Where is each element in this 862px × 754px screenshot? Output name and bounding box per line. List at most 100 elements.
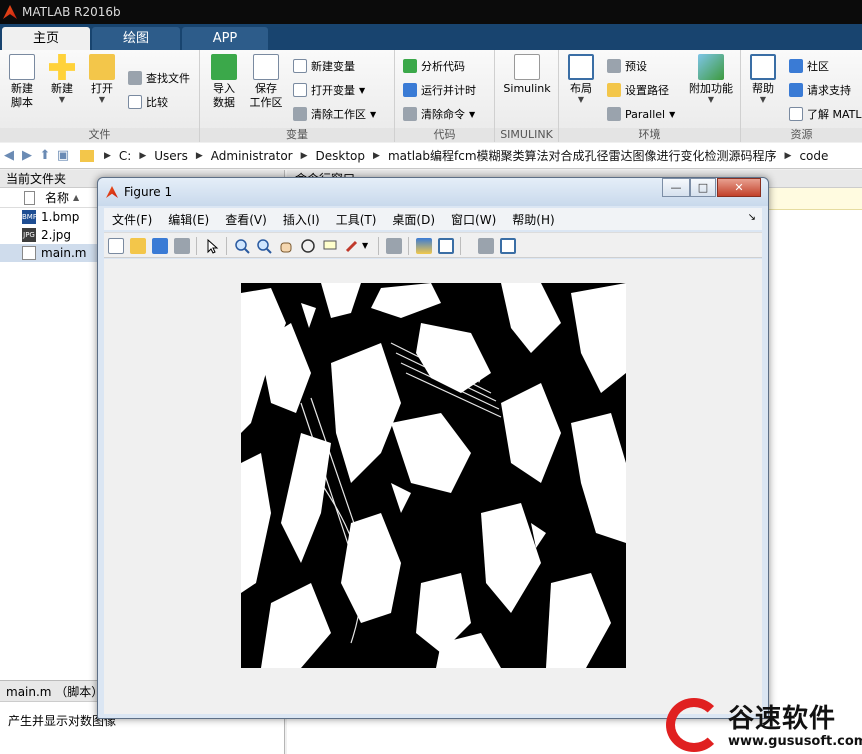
- dropdown-arrow-icon: ▼: [58, 95, 66, 104]
- breadcrumb-item[interactable]: Administrator: [211, 149, 293, 163]
- menu-file[interactable]: 文件(F): [112, 211, 152, 228]
- matlab-logo-icon: [106, 186, 118, 198]
- save-figure-icon[interactable]: [152, 238, 168, 254]
- run-and-time-button[interactable]: 运行并计时: [403, 80, 476, 100]
- open-variable-button[interactable]: 打开变量 ▼: [293, 80, 365, 100]
- layout-button[interactable]: 布局 ▼: [563, 54, 599, 104]
- dropdown-arrow-icon: ▼: [577, 95, 585, 104]
- simulink-icon: [514, 54, 540, 80]
- hide-plot-tools-icon[interactable]: [478, 238, 494, 254]
- learn-matlab-button[interactable]: 了解 MATL: [789, 104, 862, 124]
- menu-tools[interactable]: 工具(T): [336, 211, 377, 228]
- dropdown-arrow-icon: ▼: [98, 95, 106, 104]
- minimize-button[interactable]: —: [662, 178, 690, 197]
- maximize-button[interactable]: □: [690, 178, 716, 197]
- breadcrumb-item[interactable]: matlab编程fcm模糊聚类算法对合成孔径雷达图像进行变化检测源码程序: [388, 147, 777, 164]
- breadcrumb-separator-icon: ▶: [373, 150, 380, 161]
- menu-desktop[interactable]: 桌面(D): [392, 211, 435, 228]
- brush-icon[interactable]: [344, 238, 360, 254]
- dock-arrow-icon[interactable]: ↘: [748, 212, 756, 223]
- analyze-code-button[interactable]: 分析代码: [403, 56, 465, 76]
- breadcrumb-item[interactable]: Desktop: [316, 149, 366, 163]
- figure-canvas[interactable]: [104, 259, 762, 714]
- matlab-logo-icon: [3, 5, 17, 19]
- simulink-button[interactable]: Simulink: [499, 54, 555, 96]
- figure-toolbar: ▼: [104, 232, 762, 258]
- ribbon-group-resources: 帮助 ▼ 社区 请求支持 了解 MATL 资源: [741, 50, 862, 142]
- figure-window: Figure 1 — □ ✕ 文件(F) 编辑(E) 查看(V) 插入(I) 工…: [97, 177, 769, 719]
- back-arrow-icon[interactable]: ◀: [0, 148, 18, 163]
- request-support-button[interactable]: 请求支持: [789, 80, 851, 100]
- forward-arrow-icon[interactable]: ▶: [18, 148, 36, 163]
- tab-apps[interactable]: APP: [182, 27, 268, 50]
- menu-help[interactable]: 帮助(H): [512, 211, 554, 228]
- toolbar-separator: [460, 237, 461, 255]
- address-bar: ◀ ▶ ⬆ ▣ ▶ C: ▶ Users ▶ Administrator ▶ D…: [0, 143, 862, 169]
- up-folder-icon[interactable]: ⬆: [36, 148, 54, 163]
- open-file-icon[interactable]: [130, 238, 146, 254]
- zoom-in-icon[interactable]: [234, 238, 250, 254]
- breadcrumb-item[interactable]: Users: [154, 149, 188, 163]
- tab-plots[interactable]: 绘图: [92, 27, 180, 50]
- community-icon: [789, 59, 803, 73]
- breadcrumb-separator-icon: ▶: [104, 150, 111, 161]
- browse-folder-icon[interactable]: ▣: [54, 148, 72, 163]
- parallel-button[interactable]: Parallel ▼: [607, 104, 675, 124]
- folder-icon: [80, 149, 94, 162]
- clear-commands-icon: [403, 107, 417, 121]
- preferences-button[interactable]: 预设: [607, 56, 647, 76]
- group-label-environment: 环境: [559, 128, 740, 142]
- zoom-out-icon[interactable]: [256, 238, 272, 254]
- import-data-button[interactable]: 导入 数据: [206, 54, 242, 110]
- compare-button[interactable]: 比较: [128, 92, 168, 112]
- support-icon: [789, 83, 803, 97]
- ribbon-group-simulink: Simulink SIMULINK: [495, 50, 559, 142]
- new-figure-icon[interactable]: [108, 238, 124, 254]
- new-script-button[interactable]: 新建 脚本: [6, 54, 38, 110]
- import-arrow-icon: [211, 54, 237, 80]
- watermark-title: 谷速软件: [728, 704, 837, 734]
- new-variable-button[interactable]: 新建变量: [293, 56, 355, 76]
- learn-matlab-icon: [789, 107, 803, 121]
- print-figure-icon[interactable]: [174, 238, 190, 254]
- watermark-g-icon: [666, 698, 722, 752]
- clear-workspace-button[interactable]: 清除工作区 ▼: [293, 104, 376, 124]
- legend-icon[interactable]: [438, 238, 454, 254]
- set-path-button[interactable]: 设置路径: [607, 80, 669, 100]
- clear-commands-button[interactable]: 清除命令 ▼: [403, 104, 475, 124]
- rotate-3d-icon[interactable]: [300, 238, 316, 254]
- pan-hand-icon[interactable]: [278, 238, 294, 254]
- link-plot-icon[interactable]: [386, 238, 402, 254]
- addons-button[interactable]: 附加功能 ▼: [685, 54, 737, 104]
- brush-dropdown-icon[interactable]: ▼: [362, 238, 372, 254]
- breadcrumb-item[interactable]: code: [799, 149, 828, 163]
- group-label-resources: 资源: [741, 128, 862, 142]
- group-label-code: 代码: [395, 128, 494, 142]
- figure-title-bar[interactable]: Figure 1 — □ ✕: [98, 178, 768, 206]
- help-button[interactable]: 帮助 ▼: [747, 54, 779, 104]
- compare-icon: [128, 95, 142, 109]
- file-type-icon: [24, 190, 35, 205]
- ribbon-group-environment: 布局 ▼ 预设 设置路径 Parallel ▼ 附加功能 ▼ 环境: [559, 50, 741, 142]
- menu-insert[interactable]: 插入(I): [283, 211, 320, 228]
- menu-window[interactable]: 窗口(W): [451, 211, 496, 228]
- binary-sar-image: [241, 283, 626, 668]
- edit-plot-pointer-icon[interactable]: [204, 238, 220, 254]
- colorbar-icon[interactable]: [416, 238, 432, 254]
- menu-edit[interactable]: 编辑(E): [168, 211, 209, 228]
- bmp-file-icon: BMP: [22, 210, 37, 224]
- dropdown-arrow-icon: ▼: [669, 109, 676, 119]
- open-variable-icon: [293, 83, 307, 97]
- save-workspace-button[interactable]: 保存 工作区: [246, 54, 286, 110]
- menu-view[interactable]: 查看(V): [225, 211, 267, 228]
- help-icon: [750, 54, 776, 80]
- data-cursor-icon[interactable]: [322, 238, 338, 254]
- breadcrumb-item[interactable]: C:: [119, 149, 131, 163]
- find-files-button[interactable]: 查找文件: [128, 68, 190, 88]
- open-button[interactable]: 打开 ▼: [86, 54, 118, 104]
- new-button[interactable]: 新建 ▼: [46, 54, 78, 104]
- community-button[interactable]: 社区: [789, 56, 829, 76]
- tab-home[interactable]: 主页: [2, 27, 90, 50]
- show-plot-tools-icon[interactable]: [500, 238, 516, 254]
- close-button[interactable]: ✕: [717, 178, 761, 197]
